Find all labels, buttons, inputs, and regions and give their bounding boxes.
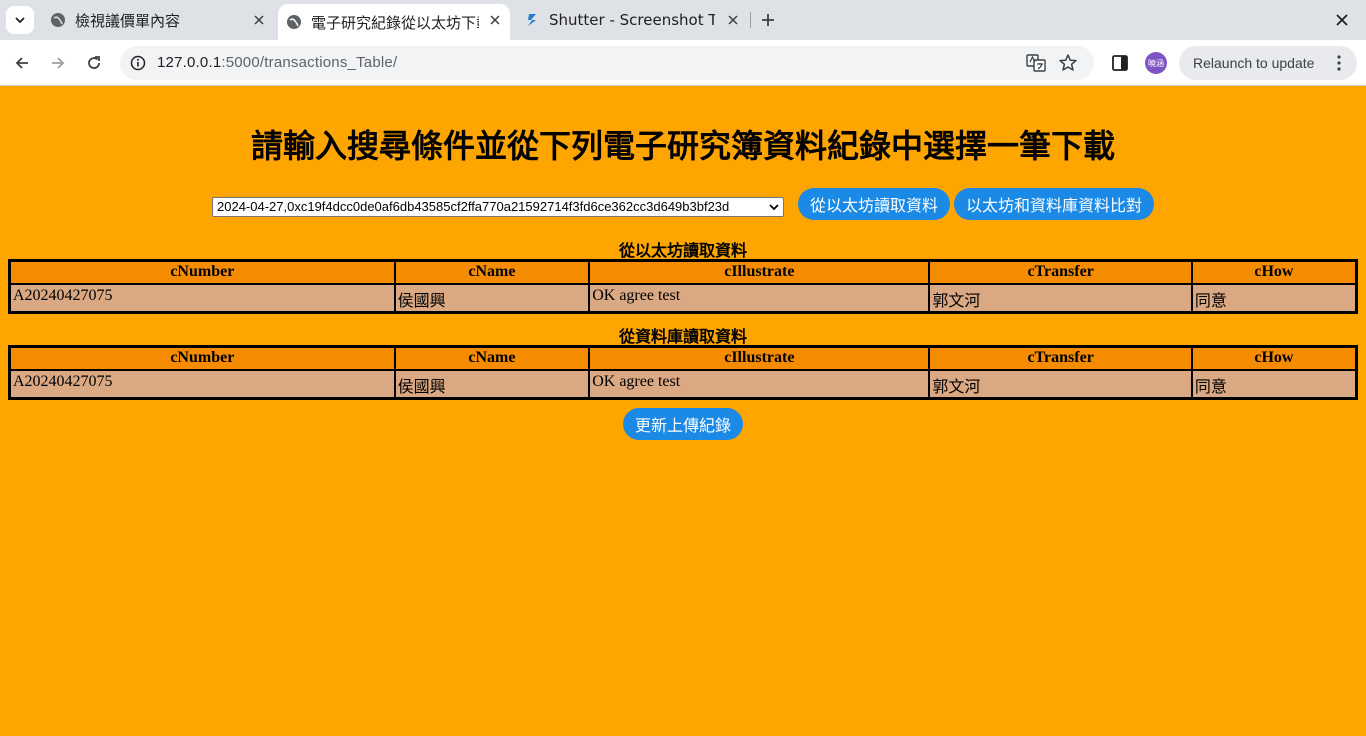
- new-tab-button[interactable]: [756, 8, 780, 32]
- select-value: 2024-04-27,0xc19f4dcc0de0af6db43585cf2ff…: [217, 199, 730, 214]
- page-title: 請輸入搜尋條件並從下列電子研究簿資料紀錄中選擇一筆下載: [250, 127, 1115, 165]
- side-panel-icon[interactable]: [1110, 53, 1130, 73]
- eth-data-table: cNumber cName cIllustrate cTransfer cHow…: [8, 259, 1358, 314]
- globe-icon: [286, 14, 302, 30]
- column-header: cHow: [1190, 345, 1358, 371]
- cell-ctransfer: 郭文河: [928, 282, 1193, 313]
- address-bar[interactable]: 127.0.0.1:5000/transactions_Table/: [120, 46, 1094, 80]
- update-upload-record-button[interactable]: 更新上傳紀錄: [623, 408, 743, 440]
- close-icon[interactable]: [488, 13, 502, 27]
- shutter-app-icon: [524, 12, 540, 28]
- transaction-select[interactable]: 2024-04-27,0xc19f4dcc0de0af6db43585cf2ff…: [212, 197, 784, 217]
- table-header-row: cNumber cName cIllustrate cTransfer cHow: [8, 259, 1358, 285]
- tab-strip: 檢視議價單內容 電子研究紀錄從以太坊下載 Shutter - Screensho…: [0, 0, 1366, 40]
- table-row: A20240427075 侯國興 OK agree test 郭文河 同意: [8, 368, 1358, 399]
- column-header: cTransfer: [928, 259, 1193, 285]
- column-header: cNumber: [8, 259, 396, 285]
- tab-title: 電子研究紀錄從以太坊下載: [311, 13, 479, 32]
- chevron-down-icon: [769, 204, 779, 211]
- arrow-right-icon: [52, 57, 65, 69]
- column-header: cIllustrate: [588, 345, 931, 371]
- eth-table-caption: 從以太坊讀取資料: [618, 241, 747, 260]
- window-close-button[interactable]: [1333, 11, 1351, 29]
- forward-button[interactable]: [45, 50, 71, 76]
- tab-shutter[interactable]: Shutter - Screenshot Tool: [516, 0, 748, 40]
- table-row: A20240427075 侯國興 OK agree test 郭文河 同意: [8, 282, 1358, 313]
- cell-cillustrate: OK agree test: [588, 282, 931, 313]
- reload-button[interactable]: [81, 50, 107, 76]
- tab-eth-download[interactable]: 電子研究紀錄從以太坊下載: [278, 4, 510, 40]
- tab-separator: [750, 12, 751, 28]
- relaunch-label: Relaunch to update: [1193, 55, 1315, 71]
- browser-toolbar: 127.0.0.1:5000/transactions_Table/ 曉涵 Re…: [0, 40, 1366, 86]
- cell-cnumber: A20240427075: [8, 282, 396, 313]
- tab-title: Shutter - Screenshot Tool: [549, 11, 715, 29]
- cell-cnumber: A20240427075: [8, 368, 396, 399]
- globe-icon: [50, 12, 66, 28]
- plus-icon: [762, 14, 774, 26]
- column-header: cIllustrate: [588, 259, 931, 285]
- tab-title: 檢視議價單內容: [75, 11, 181, 30]
- site-info-icon[interactable]: [129, 54, 147, 72]
- profile-avatar[interactable]: 曉涵: [1145, 52, 1167, 74]
- close-icon[interactable]: [252, 13, 266, 27]
- close-icon: [1336, 14, 1348, 26]
- column-header: cHow: [1190, 259, 1358, 285]
- read-from-ethereum-button[interactable]: 從以太坊讀取資料: [798, 188, 950, 220]
- page-content: 請輸入搜尋條件並從下列電子研究簿資料紀錄中選擇一筆下載 2024-04-27,0…: [0, 87, 1366, 736]
- chevron-down-icon: [15, 17, 25, 24]
- cell-ctransfer: 郭文河: [928, 368, 1193, 399]
- column-header: cName: [393, 345, 591, 371]
- reload-icon: [88, 56, 100, 69]
- compare-ethereum-database-button[interactable]: 以太坊和資料庫資料比對: [954, 188, 1154, 220]
- bookmark-star-icon[interactable]: [1058, 53, 1078, 73]
- column-header: cNumber: [8, 345, 396, 371]
- cell-chow: 同意: [1190, 368, 1358, 399]
- more-vert-icon[interactable]: [1331, 55, 1347, 71]
- db-table-caption: 從資料庫讀取資料: [618, 327, 747, 346]
- relaunch-button[interactable]: Relaunch to update: [1179, 46, 1357, 80]
- column-header: cTransfer: [928, 345, 1193, 371]
- url-text: 127.0.0.1:5000/transactions_Table/: [157, 54, 397, 71]
- back-button[interactable]: [9, 50, 35, 76]
- tab-price-review[interactable]: 檢視議價單內容: [42, 0, 274, 40]
- column-header: cName: [393, 259, 591, 285]
- cell-cname: 侯國興: [393, 282, 591, 313]
- url-host: 127.0.0.1: [157, 54, 222, 71]
- cell-cname: 侯國興: [393, 368, 591, 399]
- db-data-table: cNumber cName cIllustrate cTransfer cHow…: [8, 345, 1358, 400]
- table-header-row: cNumber cName cIllustrate cTransfer cHow: [8, 345, 1358, 371]
- arrow-left-icon: [15, 57, 28, 69]
- cell-chow: 同意: [1190, 282, 1358, 313]
- translate-icon[interactable]: [1026, 53, 1046, 73]
- close-icon[interactable]: [726, 13, 740, 27]
- cell-cillustrate: OK agree test: [588, 368, 931, 399]
- url-path: :5000/transactions_Table/: [221, 54, 398, 71]
- tab-search-button[interactable]: [6, 6, 34, 34]
